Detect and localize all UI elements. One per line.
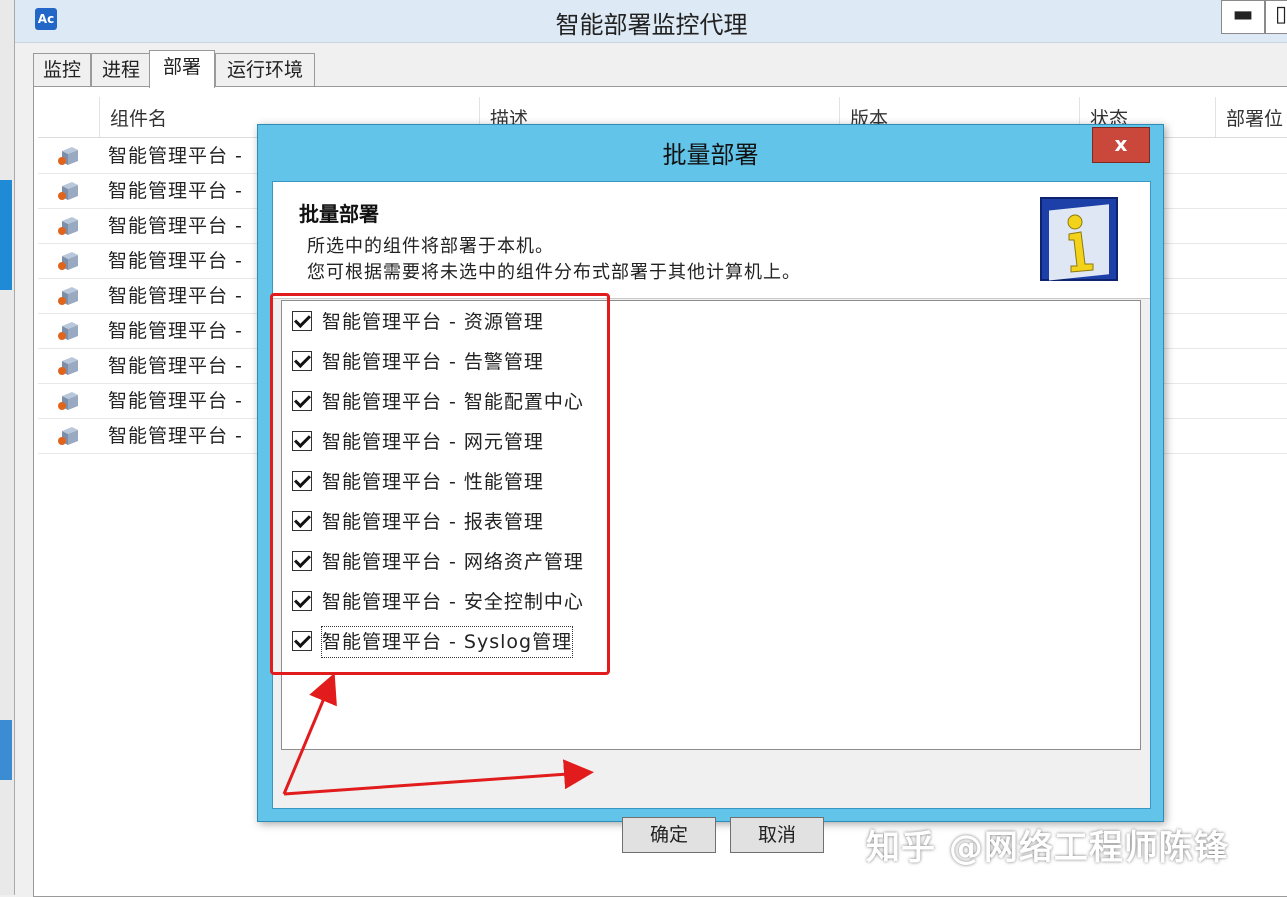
arrow-to-ok-button [283, 759, 594, 796]
tab-deploy[interactable]: 部署 [149, 50, 215, 88]
watermark: 知乎 @网络工程师陈锋 [866, 828, 1229, 868]
annotation-arrows [282, 672, 594, 796]
arrow-to-checklist [282, 672, 337, 795]
